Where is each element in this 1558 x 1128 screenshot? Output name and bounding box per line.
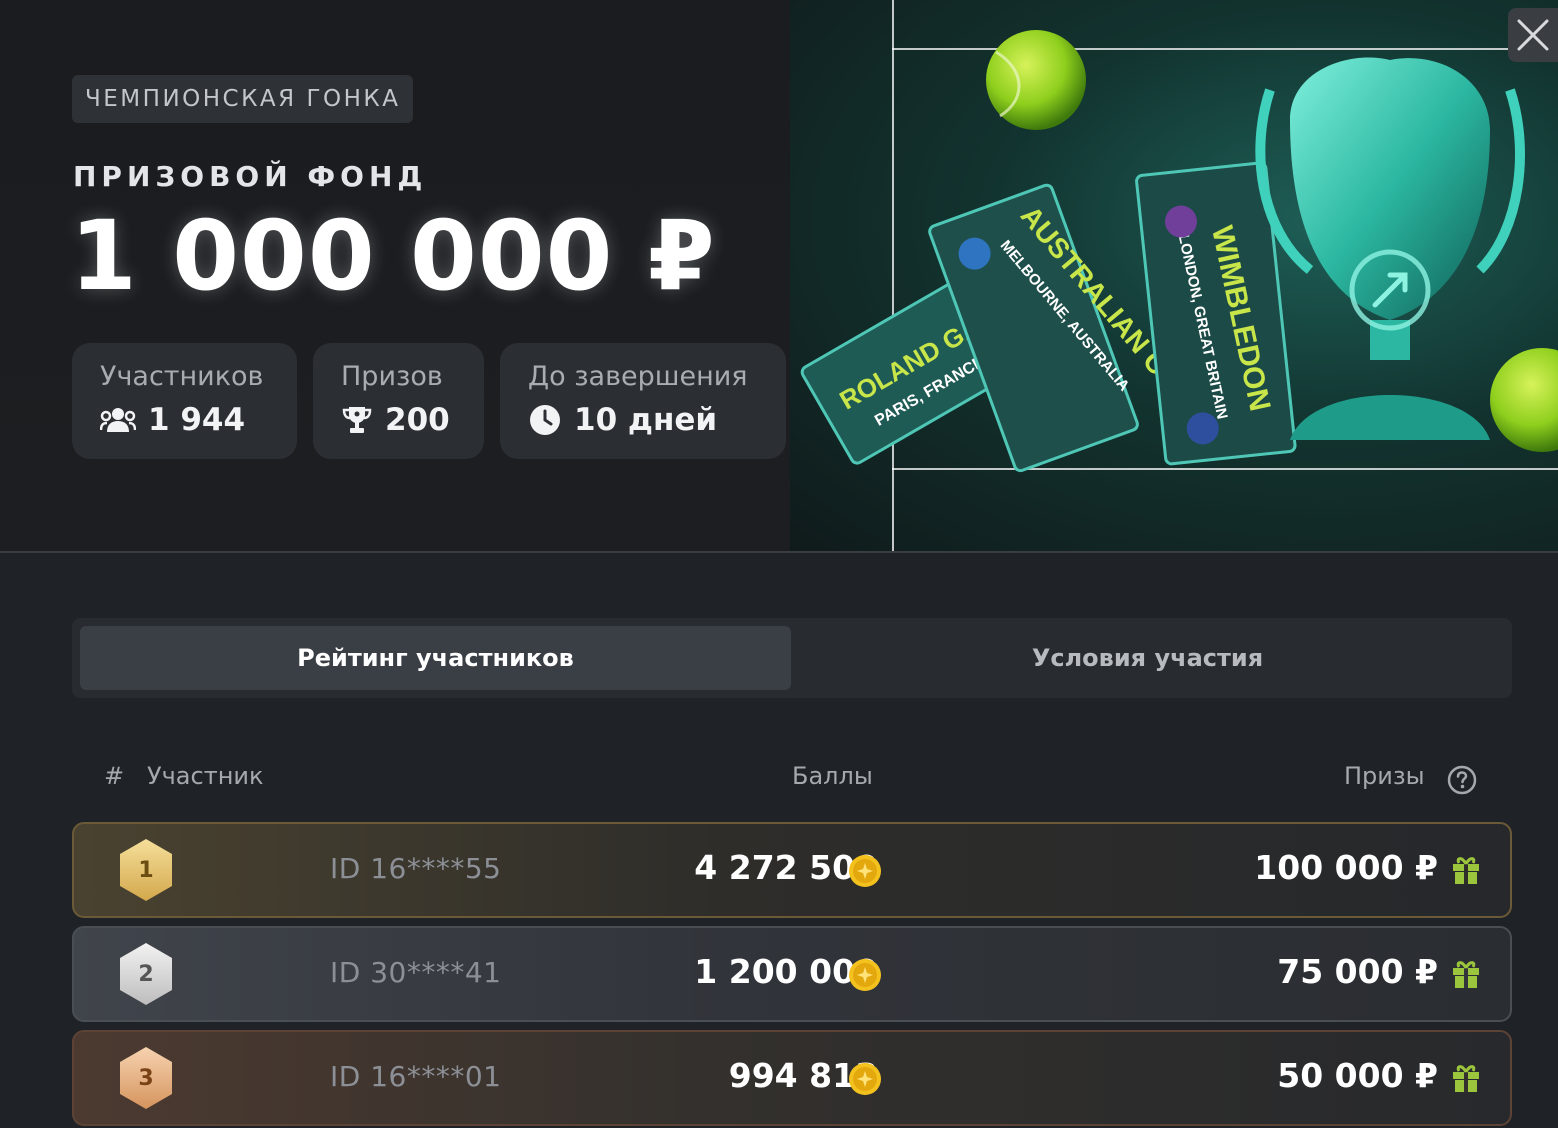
- rank-number: 1: [138, 857, 154, 883]
- column-header-points: Баллы: [792, 762, 873, 790]
- stat-time-left-value: 10 дней: [574, 402, 718, 438]
- participant-id: ID 30****41: [330, 956, 502, 989]
- tennis-ball-icon: [1490, 348, 1558, 452]
- help-button[interactable]: [1447, 765, 1477, 799]
- prize-value: 75 000 ₽: [1277, 952, 1438, 991]
- gift-icon: [1453, 1065, 1479, 1092]
- tab-conditions[interactable]: Условия участия: [791, 626, 1504, 690]
- coin-icon: [849, 959, 881, 991]
- stat-prizes-label: Призов: [341, 361, 443, 392]
- tab-bar: Рейтинг участников Условия участия: [72, 618, 1512, 698]
- stat-prizes: Призов 200: [313, 343, 484, 459]
- coin-icon: [849, 855, 881, 887]
- stat-participants: Участников 1 944: [72, 343, 297, 459]
- users-icon: [100, 408, 136, 432]
- column-header-prizes: Призы: [1344, 762, 1425, 790]
- hero-banner: ЧЕМПИОНСКАЯ ГОНКА ПРИЗОВОЙ ФОНД 1 000 00…: [0, 0, 1558, 552]
- stat-prizes-value: 200: [385, 402, 450, 438]
- table-row[interactable]: 1 ID 16****55 4 272 500 100 000 ₽: [72, 822, 1512, 918]
- tab-rating[interactable]: Рейтинг участников: [80, 626, 791, 690]
- table-row[interactable]: 3 ID 16****01 994 813 50 000 ₽: [72, 1030, 1512, 1126]
- stat-time-left: До завершения 10 дней: [500, 343, 786, 459]
- rank-number: 3: [138, 1065, 154, 1091]
- coin-icon: [849, 1063, 881, 1095]
- stat-participants-value: 1 944: [148, 402, 246, 438]
- stat-time-left-label: До завершения: [528, 361, 748, 392]
- prize-fund-amount: 1 000 000 ₽: [70, 200, 716, 312]
- table-row[interactable]: 2 ID 30****41 1 200 000 75 000 ₽: [72, 926, 1512, 1022]
- prize-fund-label: ПРИЗОВОЙ ФОНД: [73, 160, 428, 193]
- clock-icon: [530, 405, 560, 435]
- rank-number: 2: [138, 961, 154, 987]
- rank-badge-bronze: 3: [116, 1045, 176, 1111]
- prize-value: 100 000 ₽: [1254, 848, 1438, 887]
- trophy-illustration: [1255, 57, 1525, 440]
- gift-icon: [1453, 857, 1479, 884]
- close-button[interactable]: [1508, 8, 1558, 62]
- participant-id: ID 16****01: [330, 1060, 502, 1093]
- close-icon: [1517, 19, 1549, 51]
- race-badge: ЧЕМПИОНСКАЯ ГОНКА: [72, 75, 414, 123]
- rank-badge-gold: 1: [116, 837, 176, 903]
- promo-artwork: ROLAND GARROS PARIS, FRANCE AUSTRALIAN O…: [790, 0, 1558, 552]
- hero-divider: [0, 551, 1558, 553]
- participant-id: ID 16****55: [330, 852, 502, 885]
- column-header-rank: #: [104, 762, 125, 790]
- tennis-ball-icon: [986, 30, 1086, 130]
- stat-participants-label: Участников: [100, 361, 264, 392]
- gift-icon: [1453, 961, 1479, 988]
- column-header-participant: Участник: [147, 762, 264, 790]
- prize-value: 50 000 ₽: [1277, 1056, 1438, 1095]
- question-icon: [1447, 765, 1477, 795]
- trophy-icon: [342, 407, 372, 433]
- rank-badge-silver: 2: [116, 941, 176, 1007]
